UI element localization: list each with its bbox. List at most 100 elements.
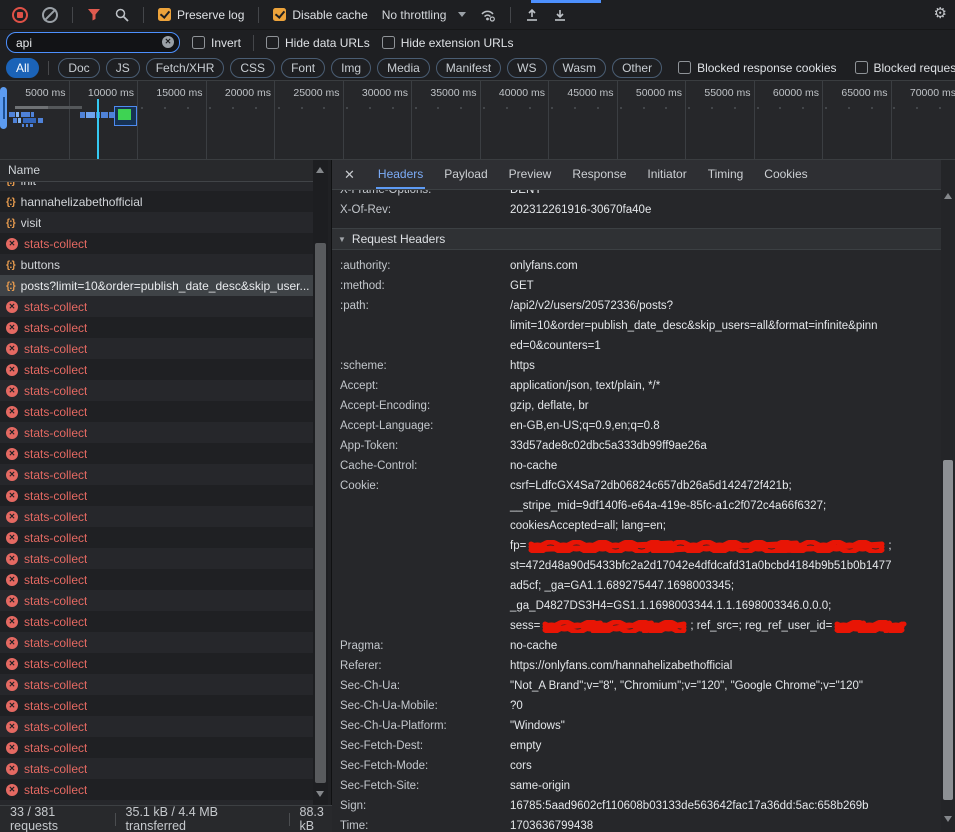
request-row[interactable]: {:}buttons bbox=[0, 254, 313, 275]
timeline-tick-label: 25000 ms bbox=[276, 87, 340, 99]
request-row[interactable]: ✕stats-collect bbox=[0, 590, 313, 611]
request-row[interactable]: ✕stats-collect bbox=[0, 695, 313, 716]
invert-checkbox[interactable]: Invert bbox=[192, 36, 241, 50]
request-row[interactable]: ✕stats-collect bbox=[0, 233, 313, 254]
type-filter-js[interactable]: JS bbox=[106, 58, 140, 78]
tab-payload[interactable]: Payload bbox=[444, 160, 487, 189]
header-row: Sign:16785:5aad9602cf110608b03133de56364… bbox=[332, 796, 941, 816]
request-row[interactable]: {:}init bbox=[0, 182, 313, 191]
type-filter-other[interactable]: Other bbox=[612, 58, 662, 78]
request-row[interactable]: ✕stats-collect bbox=[0, 506, 313, 527]
type-filter-ws[interactable]: WS bbox=[507, 58, 546, 78]
request-row[interactable]: ✕ stats-collect bbox=[0, 611, 313, 632]
request-row[interactable]: ✕stats-collect bbox=[0, 737, 313, 758]
type-filter-wasm[interactable]: Wasm bbox=[553, 58, 607, 78]
redaction-scribble bbox=[528, 540, 886, 553]
type-filter-manifest[interactable]: Manifest bbox=[436, 58, 501, 78]
json-request-icon: {:} bbox=[6, 196, 15, 208]
request-headers-section-toggle[interactable]: ▼ Request Headers bbox=[332, 228, 941, 250]
scrollbar-thumb[interactable] bbox=[943, 460, 953, 800]
request-row[interactable]: ✕stats-collect bbox=[0, 527, 313, 548]
request-row[interactable]: ✕stats-collect bbox=[0, 632, 313, 653]
network-conditions-icon[interactable] bbox=[480, 8, 496, 22]
error-icon: ✕ bbox=[6, 616, 18, 628]
header-key: Sec-Fetch-Dest: bbox=[340, 736, 510, 756]
type-filter-css[interactable]: CSS bbox=[230, 58, 275, 78]
header-row: :authority:onlyfans.com bbox=[332, 256, 941, 276]
request-row[interactable]: ✕stats-collect bbox=[0, 653, 313, 674]
import-har-icon[interactable] bbox=[525, 8, 539, 22]
hide-data-urls-checkbox[interactable]: Hide data URLs bbox=[266, 36, 370, 50]
header-value: onlyfans.com bbox=[510, 256, 578, 276]
filter-icon[interactable] bbox=[87, 8, 101, 21]
request-row[interactable]: ✕stats-collect bbox=[0, 422, 313, 443]
name-column-header[interactable]: Name bbox=[0, 160, 313, 182]
clear-filter-icon[interactable]: ✕ bbox=[162, 36, 174, 48]
request-row[interactable]: ✕stats-collect bbox=[0, 359, 313, 380]
request-row[interactable]: ✕stats-collect bbox=[0, 485, 313, 506]
request-list-scrollbar[interactable] bbox=[313, 160, 328, 805]
request-row[interactable]: ✕stats-collect bbox=[0, 716, 313, 737]
preserve-log-checkbox[interactable]: Preserve log bbox=[158, 8, 244, 22]
checkbox-unchecked-icon bbox=[192, 36, 205, 49]
timeline-tick-label: 50000 ms bbox=[618, 87, 682, 99]
header-key: Cookie: bbox=[340, 476, 510, 636]
scroll-up-icon[interactable] bbox=[316, 167, 324, 173]
network-overview-timeline[interactable]: 5000 ms10000 ms15000 ms20000 ms25000 ms3… bbox=[0, 81, 955, 160]
scroll-up-icon[interactable] bbox=[944, 193, 952, 199]
tab-headers[interactable]: Headers bbox=[378, 160, 423, 189]
type-filter-fetch-xhr[interactable]: Fetch/XHR bbox=[146, 58, 225, 78]
tab-preview[interactable]: Preview bbox=[509, 160, 552, 189]
tab-initiator[interactable]: Initiator bbox=[647, 160, 686, 189]
throttling-dropdown[interactable]: No throttling bbox=[382, 8, 467, 22]
request-row[interactable]: ✕stats-collect bbox=[0, 758, 313, 779]
search-icon[interactable] bbox=[115, 8, 129, 22]
disable-cache-checkbox[interactable]: Disable cache bbox=[273, 8, 367, 22]
request-row[interactable]: ✕stats-collect bbox=[0, 338, 313, 359]
request-row[interactable]: {:}posts?limit=10&order=publish_date_des… bbox=[0, 275, 313, 296]
type-filter-doc[interactable]: Doc bbox=[58, 58, 99, 78]
resource-type-filter-bar: All Doc JS Fetch/XHRCSS Font Img Media Manifest… bbox=[0, 55, 955, 81]
clear-icon[interactable] bbox=[42, 7, 58, 23]
request-row[interactable]: ✕stats-collect bbox=[0, 674, 313, 695]
type-filter-img[interactable]: Img bbox=[331, 58, 371, 78]
detail-scrollbar[interactable] bbox=[941, 160, 955, 832]
export-har-icon[interactable] bbox=[553, 8, 567, 22]
request-row[interactable]: ✕stats-collect bbox=[0, 380, 313, 401]
request-row[interactable]: ✕stats-collect bbox=[0, 464, 313, 485]
tab-timing[interactable]: Timing bbox=[708, 160, 744, 189]
request-row[interactable]: ✕stats-collect bbox=[0, 401, 313, 422]
request-row[interactable]: {:}visit bbox=[0, 212, 313, 233]
record-icon[interactable] bbox=[12, 7, 28, 23]
request-row[interactable]: ✕stats-collect bbox=[0, 548, 313, 569]
type-filter-font[interactable]: Font bbox=[281, 58, 325, 78]
request-row[interactable]: ✕stats-collect bbox=[0, 569, 313, 590]
header-row: :path:/api2/v2/users/20572336/posts?limi… bbox=[332, 296, 941, 356]
type-filter-all[interactable]: All bbox=[6, 58, 39, 78]
request-name: stats-collect bbox=[24, 363, 87, 377]
checkbox-blocked-response-cookies[interactable]: Blocked response cookies bbox=[678, 61, 836, 75]
waterfall-bar bbox=[30, 124, 33, 127]
request-row[interactable]: {:}hannahelizabethofficial bbox=[0, 191, 313, 212]
error-icon: ✕ bbox=[6, 553, 18, 565]
scroll-down-icon[interactable] bbox=[944, 816, 952, 822]
hide-extension-urls-checkbox[interactable]: Hide extension URLs bbox=[382, 36, 514, 50]
settings-gear-icon[interactable]: ⚙ bbox=[934, 4, 947, 22]
scrollbar-thumb[interactable] bbox=[315, 243, 326, 783]
scroll-down-icon[interactable] bbox=[316, 791, 324, 797]
request-row[interactable]: ✕stats-collect bbox=[0, 317, 313, 338]
request-row[interactable]: ✕stats-collect bbox=[0, 296, 313, 317]
request-name: stats-collect bbox=[24, 615, 87, 629]
filter-input[interactable]: api ✕ bbox=[6, 32, 180, 53]
tab-cookies[interactable]: Cookies bbox=[764, 160, 807, 189]
tab-response[interactable]: Response bbox=[572, 160, 626, 189]
request-row[interactable]: ✕stats-collect bbox=[0, 779, 313, 800]
waterfall-bar bbox=[101, 112, 108, 118]
request-name: stats-collect bbox=[24, 426, 87, 440]
checkbox-blocked-requests[interactable]: Blocked requests bbox=[855, 61, 955, 75]
request-row[interactable]: ✕stats-collect bbox=[0, 443, 313, 464]
type-filter-media[interactable]: Media bbox=[377, 58, 430, 78]
close-icon[interactable]: ✕ bbox=[344, 167, 355, 183]
request-list: {:}init{:}hannahelizabethofficial{:}visi… bbox=[0, 182, 313, 805]
overview-drag-handle[interactable] bbox=[0, 87, 7, 129]
